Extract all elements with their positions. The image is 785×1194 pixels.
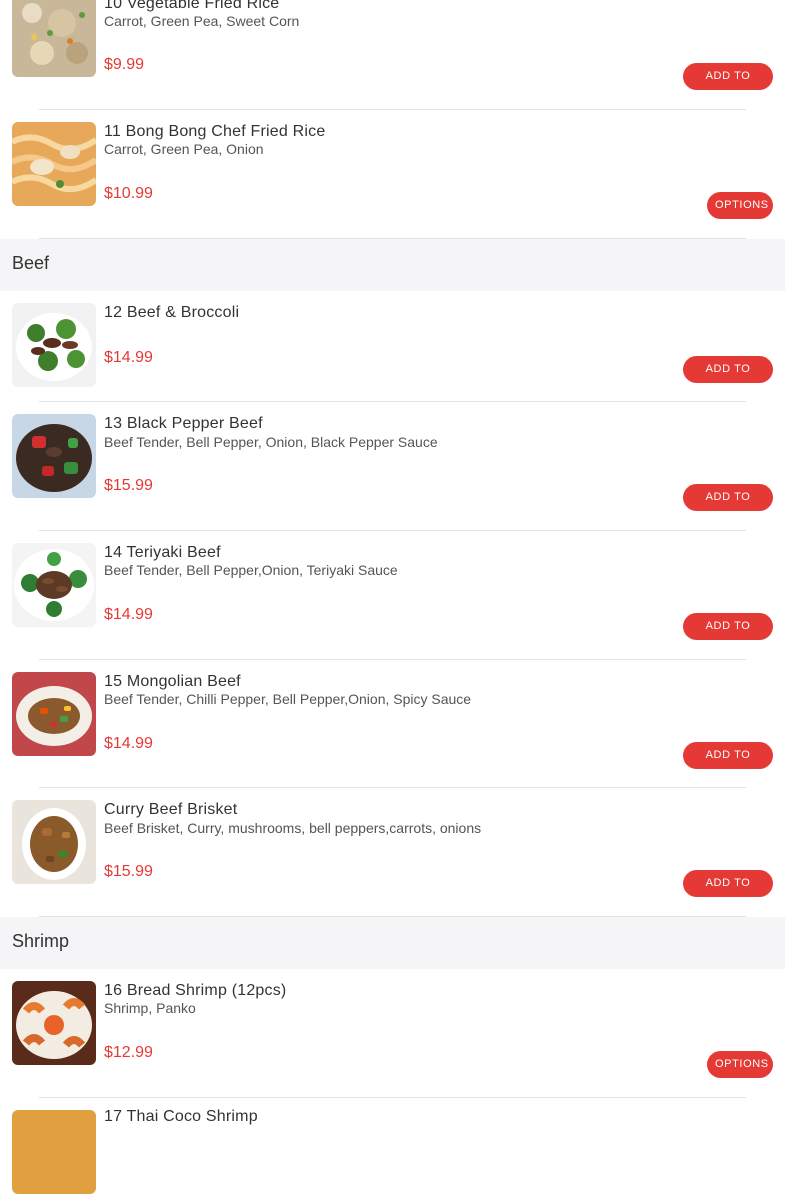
divider	[39, 787, 746, 788]
item-name: 17 Thai Coco Shrimp	[104, 1108, 258, 1125]
add-to-cart-button[interactable]: ADD TO CART	[683, 613, 773, 659]
item-description: Beef Tender, Bell Pepper, Onion, Black P…	[104, 434, 438, 450]
food-image	[12, 414, 96, 498]
options-button[interactable]: OPTIONS	[707, 1051, 773, 1078]
divider	[39, 530, 746, 531]
section-header-shrimp: Shrimp	[0, 917, 785, 969]
food-image	[12, 543, 96, 627]
options-button[interactable]: OPTIONS	[707, 192, 773, 219]
item-name: 15 Mongolian Beef	[104, 673, 241, 690]
add-to-cart-button[interactable]: ADD TO CART	[683, 484, 773, 530]
add-to-cart-button[interactable]: ADD TO CART	[683, 356, 773, 402]
section-title: Beef	[12, 253, 50, 273]
item-name: 13 Black Pepper Beef	[104, 415, 263, 432]
item-price: $10.99	[104, 185, 153, 202]
item-description: Beef Brisket, Curry, mushrooms, bell pep…	[104, 820, 482, 836]
food-image	[12, 303, 96, 387]
food-image	[12, 800, 96, 884]
item-description: Carrot, Green Pea, Onion	[104, 141, 264, 157]
item-price: $14.99	[104, 735, 153, 752]
item-name: 11 Bong Bong Chef Fried Rice	[104, 123, 326, 140]
item-description: Carrot, Green Pea, Sweet Corn	[104, 13, 300, 29]
food-image	[12, 122, 96, 206]
item-price: $14.99	[104, 349, 153, 366]
item-name: 10 Vegetable Fried Rice	[104, 0, 280, 12]
food-image	[12, 1110, 96, 1194]
add-to-cart-button[interactable]: ADD TO CART	[683, 63, 773, 109]
item-description: Beef Tender, Chilli Pepper, Bell Pepper,…	[104, 691, 472, 707]
item-price: $15.99	[104, 477, 153, 494]
section-header-beef: Beef	[0, 239, 785, 291]
food-image	[12, 672, 96, 756]
food-image	[12, 981, 96, 1065]
section-title: Shrimp	[12, 931, 70, 951]
divider	[39, 659, 746, 660]
item-description: Shrimp, Panko	[104, 1000, 196, 1016]
item-name: 16 Bread Shrimp (12pcs)	[104, 982, 287, 999]
item-price: $15.99	[104, 863, 153, 880]
item-name: 14 Teriyaki Beef	[104, 544, 221, 561]
item-name: Curry Beef Brisket	[104, 801, 238, 818]
divider	[39, 109, 746, 110]
item-name: 12 Beef & Broccoli	[104, 304, 240, 321]
divider	[39, 1097, 746, 1098]
food-image	[12, 0, 96, 77]
item-description: Beef Tender, Bell Pepper,Onion, Teriyaki…	[104, 562, 398, 578]
item-price: $9.99	[104, 56, 145, 73]
divider	[39, 401, 746, 402]
add-to-cart-button[interactable]: ADD TO CART	[683, 742, 773, 788]
item-price: $14.99	[104, 606, 153, 623]
item-price: $12.99	[104, 1044, 153, 1061]
add-to-cart-button[interactable]: ADD TO CART	[683, 870, 773, 916]
